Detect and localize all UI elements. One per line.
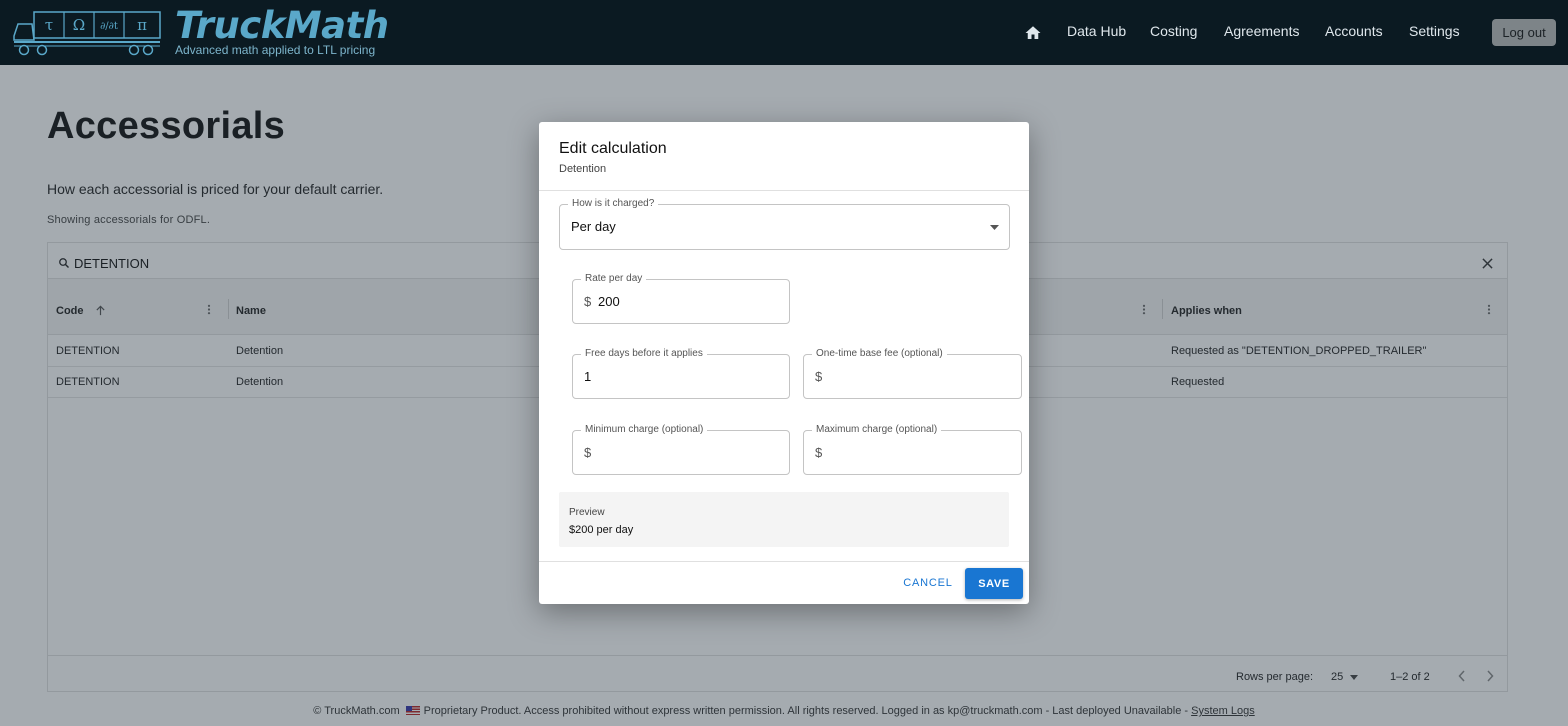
logo-symbol: τ [45, 16, 53, 34]
free-days-label: Free days before it applies [581, 348, 707, 360]
base-fee-field[interactable]: One-time base fee (optional) $ [803, 348, 1022, 399]
preview-panel: Preview $200 per day [559, 492, 1009, 547]
home-icon[interactable] [1024, 24, 1042, 42]
rate-value: 200 [598, 294, 620, 309]
top-nav-bar: τ Ω ∂/∂t π TruckMath Advanced math appli… [0, 0, 1568, 65]
currency-prefix: $ [584, 445, 592, 460]
currency-prefix: $ [815, 445, 823, 460]
free-days-field[interactable]: Free days before it applies 1 [572, 348, 790, 399]
preview-text: $200 per day [569, 524, 634, 536]
save-button[interactable]: SAVE [965, 568, 1023, 599]
logo-symbol: ∂/∂t [100, 21, 118, 32]
currency-prefix: $ [584, 294, 592, 309]
logout-button[interactable]: Log out [1492, 19, 1556, 46]
max-charge-label: Maximum charge (optional) [812, 424, 942, 436]
rate-per-day-field[interactable]: Rate per day $ 200 [572, 273, 790, 324]
nav-data-hub[interactable]: Data Hub [1067, 23, 1126, 39]
nav-costing[interactable]: Costing [1150, 23, 1197, 39]
divider [539, 190, 1029, 191]
cancel-button[interactable]: CANCEL [899, 572, 957, 594]
nav-settings[interactable]: Settings [1409, 23, 1460, 39]
dialog-title: Edit calculation [559, 140, 667, 157]
charge-type-value: Per day [571, 219, 616, 234]
charge-type-label: How is it charged? [568, 198, 659, 210]
currency-prefix: $ [815, 369, 823, 384]
logo-symbol: Ω [73, 16, 85, 34]
logo-symbol: π [137, 16, 147, 34]
min-charge-label: Minimum charge (optional) [581, 424, 708, 436]
edit-calculation-dialog: Edit calculation Detention How is it cha… [539, 122, 1029, 604]
charge-type-select[interactable]: How is it charged? Per day [559, 198, 1010, 250]
truckmath-logo[interactable]: τ Ω ∂/∂t π TruckMath Advanced math appli… [12, 4, 402, 60]
maximum-charge-field[interactable]: Maximum charge (optional) $ [803, 424, 1022, 475]
logo-tagline: Advanced math applied to LTL pricing [175, 43, 376, 57]
logo-wordmark: TruckMath [175, 4, 389, 47]
truck-logo-icon: τ Ω ∂/∂t π [13, 11, 161, 56]
rate-label: Rate per day [581, 273, 647, 285]
base-fee-label: One-time base fee (optional) [812, 348, 947, 360]
dialog-subtitle: Detention [559, 163, 607, 175]
nav-accounts[interactable]: Accounts [1325, 23, 1383, 39]
divider [539, 561, 1029, 562]
nav-agreements[interactable]: Agreements [1224, 23, 1299, 39]
free-days-value: 1 [584, 369, 592, 384]
preview-label: Preview [569, 507, 605, 518]
chevron-down-icon [990, 225, 999, 230]
minimum-charge-field[interactable]: Minimum charge (optional) $ [572, 424, 790, 475]
